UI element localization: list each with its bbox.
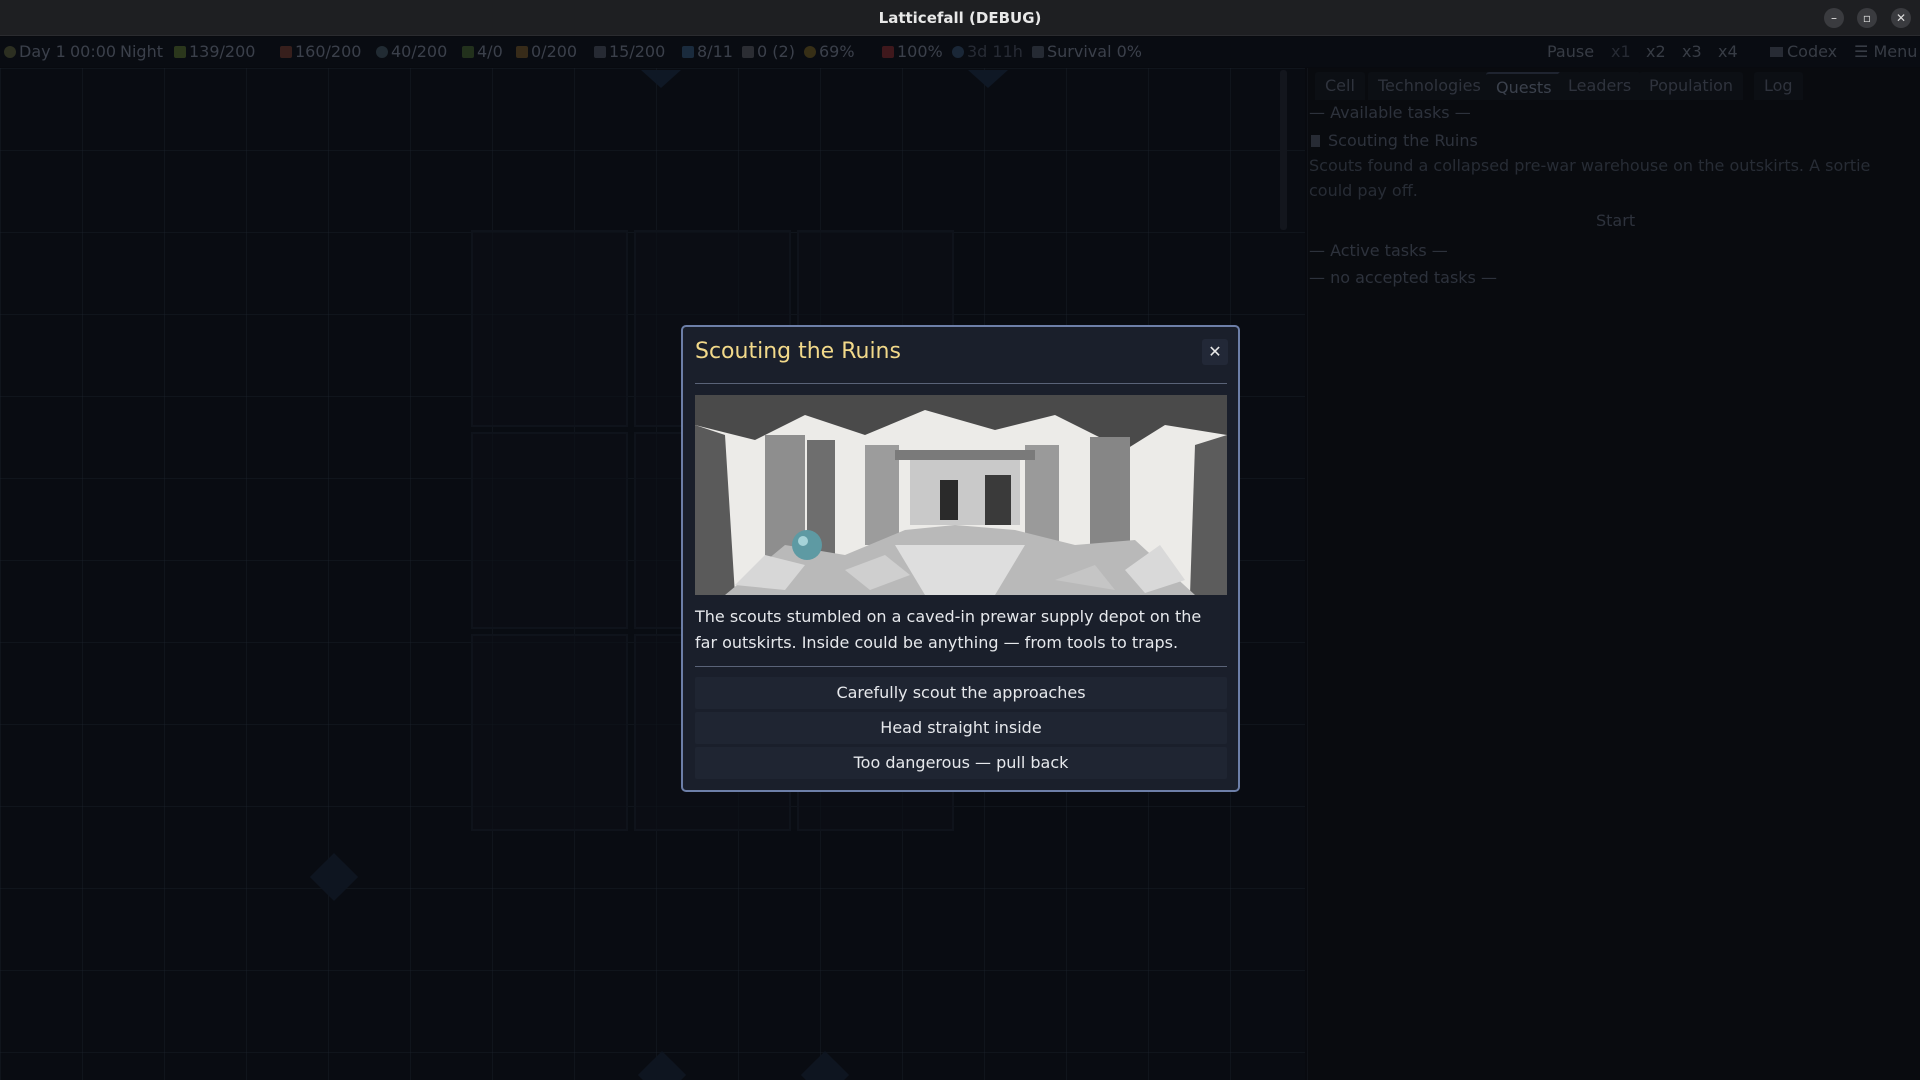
dialog-description: The scouts stumbled on a caved-in prewar… [695,607,1202,652]
dialog-title: Scouting the Ruins [695,339,901,364]
close-window-button[interactable]: ✕ [1891,8,1911,28]
dialog-divider [695,383,1227,384]
window-title: Latticefall (DEBUG) [878,9,1042,27]
choice-head-inside-button[interactable]: Head straight inside [695,712,1227,744]
quest-dialog: Scouting the Ruins ✕ The scouts stumbled… [681,325,1240,792]
window-titlebar: Latticefall (DEBUG) – ▫ ✕ [0,0,1920,36]
maximize-button[interactable]: ▫ [1857,8,1877,28]
choice-pull-back-button[interactable]: Too dangerous — pull back [695,747,1227,779]
minimize-button[interactable]: – [1824,8,1844,28]
dialog-close-button[interactable]: ✕ [1202,339,1228,365]
choice-scout-approaches-button[interactable]: Carefully scout the approaches [695,677,1227,709]
dialog-divider [695,666,1227,667]
ruins-illustration [695,395,1227,595]
ruins-drawing [695,395,1227,595]
